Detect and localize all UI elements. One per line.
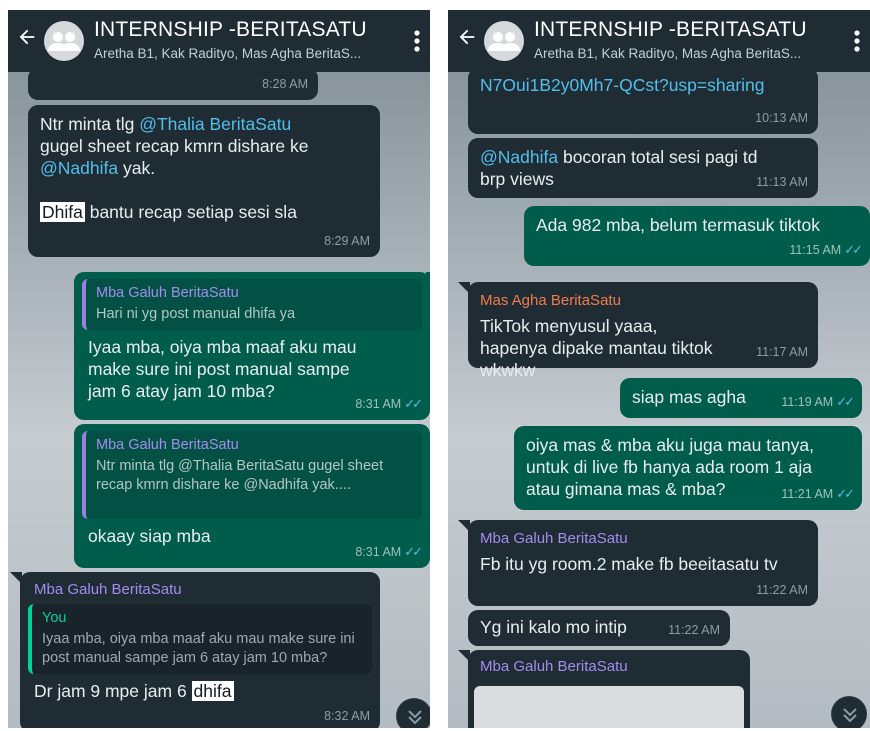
quoted-message[interactable]: Mba Galuh BeritaSatu Ntr minta tlg @Thal…	[82, 431, 422, 519]
group-avatar-icon[interactable]	[484, 21, 524, 61]
search-highlight: dhifa	[191, 681, 234, 701]
message-time: 11:15 AM ✓✓	[789, 242, 863, 257]
back-arrow-icon[interactable]	[16, 26, 38, 48]
message-time: 11:22 AM	[756, 583, 808, 597]
message-bubble-outgoing[interactable]: Mba Galuh BeritaSatu Hari ni yg post man…	[74, 272, 430, 420]
message-time: 11:17 AM	[756, 345, 808, 359]
mention-link[interactable]: @Thalia BeritaSatu	[139, 114, 291, 134]
message-bubble-outgoing[interactable]: Ada 982 mba, belum termasuk tiktok 11:15…	[524, 206, 870, 266]
quoted-sender: Mba Galuh BeritaSatu	[96, 285, 239, 301]
more-vertical-icon[interactable]	[850, 28, 864, 54]
message-time: 11:21 AM ✓✓	[781, 486, 855, 501]
mention-link[interactable]: @Nadhifa	[40, 158, 118, 178]
message-text: Ada 982 mba, belum termasuk tiktok	[536, 215, 821, 235]
message-time: 11:13 AM	[756, 175, 808, 189]
chat-header[interactable]: INTERNSHIP -BERITASATU Aretha B1, Kak Ra…	[8, 10, 430, 72]
chat-subtitle[interactable]: Aretha B1, Kak Radityo, Mas Agha BeritaS…	[534, 46, 801, 61]
quoted-message[interactable]: You Iyaa mba, oiya mba maaf aku mau make…	[28, 604, 372, 674]
scroll-to-bottom-button[interactable]	[396, 698, 430, 728]
scroll-to-bottom-button[interactable]	[831, 696, 867, 728]
chat-header[interactable]: INTERNSHIP -BERITASATU Aretha B1, Kak Ra…	[448, 10, 870, 72]
chat-title[interactable]: INTERNSHIP -BERITASATU	[94, 18, 367, 42]
chevron-double-down-icon	[843, 708, 857, 723]
message-bubble-partial[interactable]: 8:28 AM	[28, 68, 318, 100]
message-time: 8:28 AM	[262, 77, 308, 91]
chat-subtitle[interactable]: Aretha B1, Kak Radityo, Mas Agha BeritaS…	[94, 46, 361, 61]
message-bubble[interactable]: N7Oui1B2y0Mh7-QCst?usp=sharing 10:13 AM	[468, 68, 818, 134]
image-thumbnail[interactable]	[474, 686, 744, 728]
left-chat-screen: INTERNSHIP -BERITASATU Aretha B1, Kak Ra…	[8, 10, 430, 728]
mention-link[interactable]: @Nadhifa	[480, 147, 558, 167]
message-text: Fb itu yg room.2 make fb beeitasatu tv	[480, 554, 778, 574]
sender-name[interactable]: Mba Galuh BeritaSatu	[474, 656, 744, 678]
message-time: 8:32 AM	[324, 709, 370, 723]
right-chat-screen: INTERNSHIP -BERITASATU Aretha B1, Kak Ra…	[448, 10, 870, 728]
message-time: 8:31 AM ✓✓	[355, 396, 423, 411]
message-bubble[interactable]: Mas Agha BeritaSatu TikTok menyusul yaaa…	[468, 282, 818, 380]
quoted-sender: You	[42, 610, 67, 626]
read-receipt-icon: ✓✓	[836, 394, 855, 409]
shared-link[interactable]: N7Oui1B2y0Mh7-QCst?usp=sharing	[480, 74, 806, 96]
bubble-tail	[458, 282, 470, 294]
read-receipt-icon: ✓✓	[404, 544, 423, 559]
bubble-tail	[458, 520, 470, 532]
more-vertical-icon[interactable]	[410, 28, 424, 54]
chat-title[interactable]: INTERNSHIP -BERITASATU	[534, 18, 807, 42]
sender-name[interactable]: Mba Galuh BeritaSatu	[28, 579, 372, 601]
quoted-text: Hari ni yg post manual dhifa ya	[96, 306, 296, 322]
back-arrow-icon[interactable]	[456, 26, 478, 48]
quoted-text: Iyaa mba, oiya mba maaf aku mau make sur…	[42, 631, 355, 666]
quoted-message[interactable]: Mba Galuh BeritaSatu Hari ni yg post man…	[82, 279, 422, 330]
message-bubble[interactable]: Mba Galuh BeritaSatu Fb itu yg room.2 ma…	[468, 520, 818, 606]
message-time: 8:29 AM	[324, 234, 370, 248]
message-bubble[interactable]: Yg ini kalo mo intip 11:22 AM	[468, 610, 730, 646]
read-receipt-icon: ✓✓	[404, 396, 423, 411]
sender-name[interactable]: Mba Galuh BeritaSatu	[480, 528, 806, 550]
group-avatar-icon[interactable]	[44, 21, 84, 61]
message-bubble-outgoing[interactable]: oiya mas & mba aku juga mau tanya, untuk…	[514, 426, 862, 510]
message-bubble-outgoing[interactable]: siap mas agha 11:19 AM ✓✓	[620, 378, 862, 418]
quoted-text: Ntr minta tlg @Thalia BeritaSatu gugel s…	[96, 458, 384, 493]
message-bubble-image[interactable]: Mba Galuh BeritaSatu	[468, 650, 750, 728]
read-receipt-icon: ✓✓	[836, 486, 855, 501]
chevron-double-down-icon	[408, 710, 422, 725]
sender-name[interactable]: Mas Agha BeritaSatu	[480, 290, 806, 312]
message-time: 10:13 AM	[755, 111, 808, 125]
message-bubble[interactable]: Mba Galuh BeritaSatu You Iyaa mba, oiya …	[20, 572, 380, 728]
message-time: 8:31 AM ✓✓	[355, 544, 423, 559]
bubble-tail	[458, 650, 470, 662]
message-bubble[interactable]: @Nadhifa bocoran total sesi pagi td brp …	[468, 138, 818, 198]
message-text: Dr jam 9 mpe jam 6 dhifa	[34, 681, 234, 701]
search-highlight: Dhifa	[40, 202, 85, 222]
message-time: 11:22 AM	[668, 623, 720, 637]
read-receipt-icon: ✓✓	[844, 242, 863, 257]
message-bubble[interactable]: Ntr minta tlg @Thalia BeritaSatu gugel s…	[28, 105, 380, 257]
message-text: Ntr minta tlg @Thalia BeritaSatu gugel s…	[40, 114, 309, 222]
quoted-sender: Mba Galuh BeritaSatu	[96, 437, 239, 453]
message-time: 11:19 AM ✓✓	[781, 394, 855, 409]
message-bubble-outgoing[interactable]: Mba Galuh BeritaSatu Ntr minta tlg @Thal…	[74, 424, 430, 568]
